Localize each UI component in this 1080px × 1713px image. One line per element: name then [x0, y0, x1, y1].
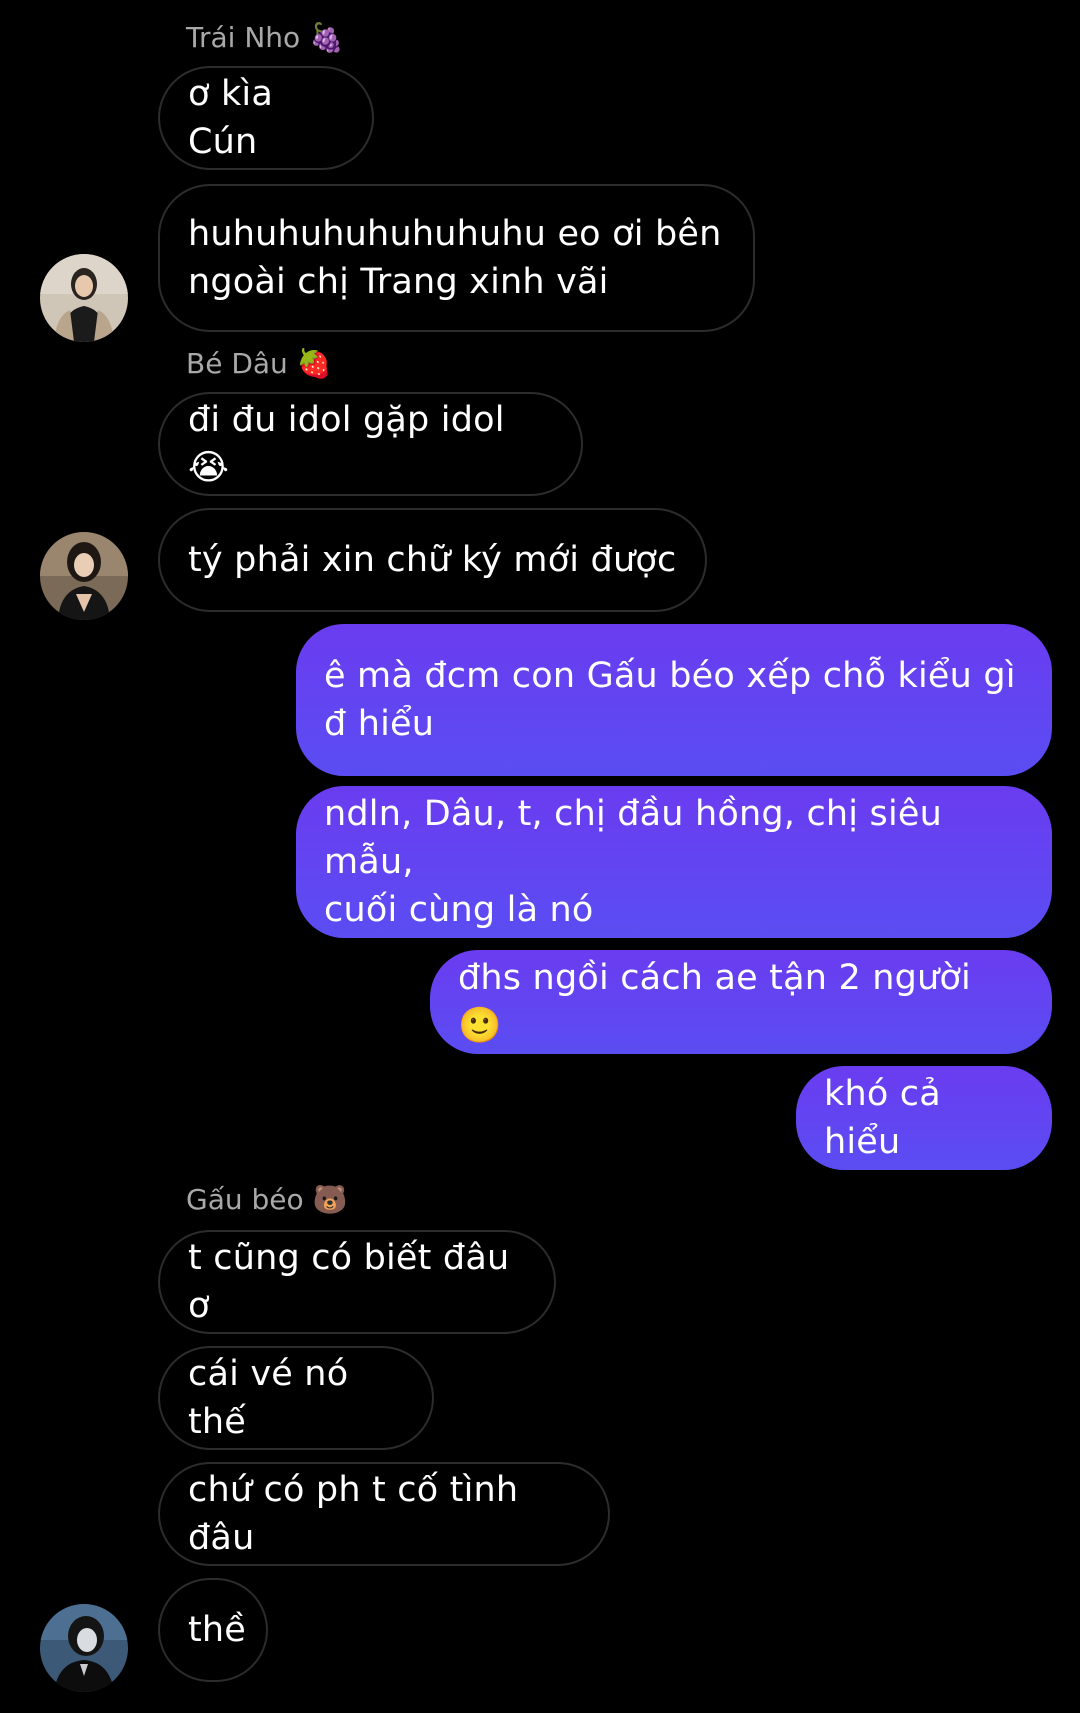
chat-thread: Trái Nho 🍇 ơ kìa Cún huhuhuhuhuhuhuhu eo… [0, 0, 1080, 1713]
message-bubble-outgoing[interactable]: đhs ngồi cách ae tận 2 người 🙂 [430, 950, 1052, 1054]
message-bubble-incoming[interactable]: chứ có ph t cố tình đâu [158, 1462, 610, 1566]
message-bubble-outgoing[interactable]: ê mà đcm con Gấu béo xếp chỗ kiểu gì đ h… [296, 624, 1052, 776]
sender-name-trai-nho: Trái Nho 🍇 [186, 21, 344, 54]
message-bubble-incoming[interactable]: thề [158, 1578, 268, 1682]
message-bubble-incoming[interactable]: ơ kìa Cún [158, 66, 374, 170]
avatar-be-dau[interactable] [40, 532, 128, 620]
message-bubble-incoming[interactable]: huhuhuhuhuhuhuhu eo ơi bên ngoài chị Tra… [158, 184, 755, 332]
sender-name-be-dau: Bé Dâu 🍓 [186, 347, 332, 380]
avatar-photo-icon [40, 532, 128, 620]
message-bubble-outgoing[interactable]: khó cả hiểu [796, 1066, 1052, 1170]
avatar-photo-icon [40, 1604, 128, 1692]
message-bubble-incoming[interactable]: t cũng có biết đâu ơ [158, 1230, 556, 1334]
message-bubble-incoming[interactable]: tý phải xin chữ ký mới được [158, 508, 707, 612]
avatar-photo-icon [40, 254, 128, 342]
message-bubble-incoming[interactable]: cái vé nó thế [158, 1346, 434, 1450]
message-bubble-outgoing[interactable]: ndln, Dâu, t, chị đầu hồng, chị siêu mẫu… [296, 786, 1052, 938]
avatar-trai-nho[interactable] [40, 254, 128, 342]
avatar-gau-beo[interactable] [40, 1604, 128, 1692]
message-bubble-incoming[interactable]: đi đu idol gặp idol 😭 [158, 392, 583, 496]
sender-name-gau-beo: Gấu béo 🐻 [186, 1183, 348, 1216]
